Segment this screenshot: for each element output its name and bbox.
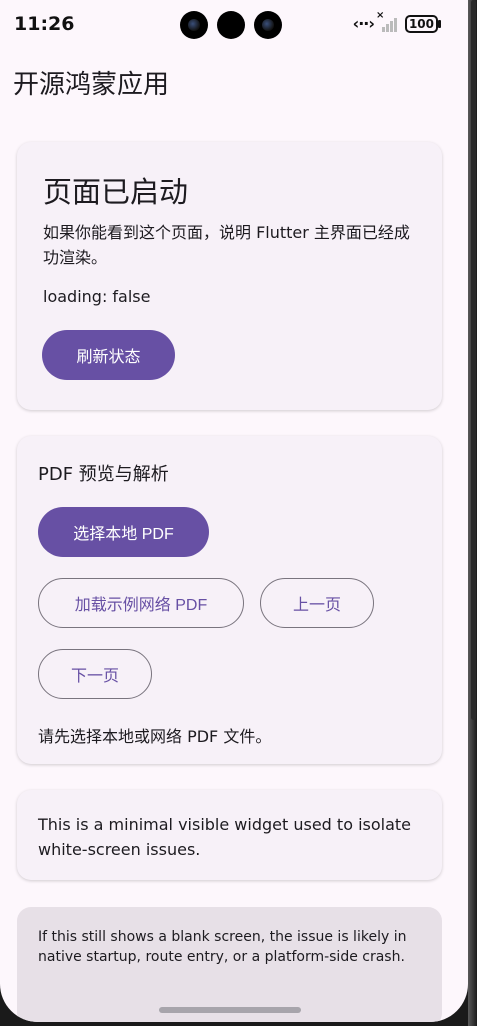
signal-off-icon: × <box>376 10 397 32</box>
note-card-text: If this still shows a blank screen, the … <box>38 929 407 965</box>
pdf-card: PDF 预览与解析 选择本地 PDF 加载示例网络 PDF 上一页 下一页 请先… <box>17 436 442 764</box>
refresh-status-button[interactable]: 刷新状态 <box>42 330 175 380</box>
camera-icon <box>180 11 208 39</box>
camera-icon <box>217 11 245 39</box>
home-indicator[interactable] <box>159 1007 301 1013</box>
camera-icon <box>254 11 282 39</box>
status-card-description: 如果你能看到这个页面，说明 Flutter 主界面已经成功渲染。 <box>43 223 410 267</box>
network-arrows-icon: ‹··› <box>352 14 375 33</box>
pdf-card-title: PDF 预览与解析 <box>38 464 169 485</box>
status-icons: ‹··› × 100 <box>352 10 442 33</box>
status-card-title: 页面已启动 <box>43 175 189 209</box>
load-sample-pdf-button[interactable]: 加载示例网络 PDF <box>38 578 244 628</box>
loading-status-text: loading: false <box>43 287 151 306</box>
screen: 11:26 ‹··› × 100 开源鸿蒙应用 页面已启动 如果你能看到这个页面… <box>0 0 468 1022</box>
minimal-widget-card: This is a minimal visible widget used to… <box>17 790 442 880</box>
prev-page-button[interactable]: 上一页 <box>260 578 374 628</box>
select-local-pdf-button[interactable]: 选择本地 PDF <box>38 507 209 557</box>
status-card: 页面已启动 如果你能看到这个页面，说明 Flutter 主界面已经成功渲染。 l… <box>17 142 442 410</box>
next-page-button[interactable]: 下一页 <box>38 649 152 699</box>
page-title: 开源鸿蒙应用 <box>13 70 170 100</box>
battery-icon: 100 <box>404 14 442 33</box>
note-card: If this still shows a blank screen, the … <box>17 907 442 1022</box>
pdf-hint-text: 请先选择本地或网络 PDF 文件。 <box>38 727 272 746</box>
status-time: 11:26 <box>14 13 75 35</box>
scrollbar[interactable] <box>471 0 476 720</box>
minimal-widget-text: This is a minimal visible widget used to… <box>38 815 411 859</box>
